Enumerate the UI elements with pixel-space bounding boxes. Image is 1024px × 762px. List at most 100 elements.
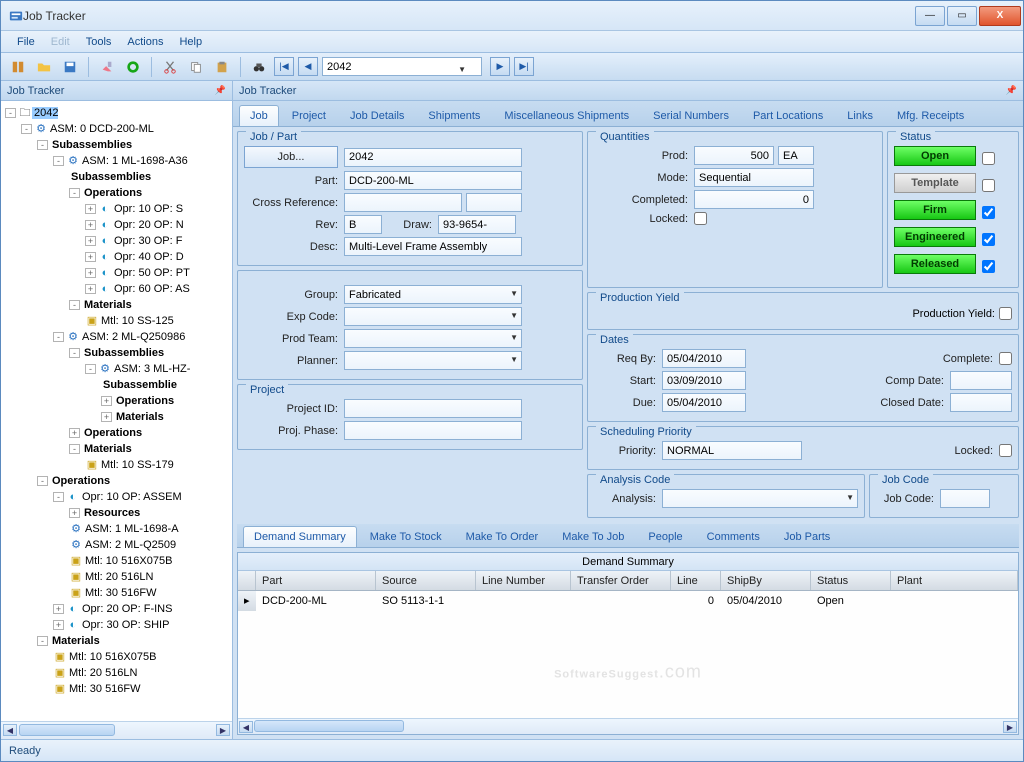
col-shipby[interactable]: ShipBy: [721, 571, 811, 590]
rev-field[interactable]: [344, 215, 382, 234]
toolbar-book-icon[interactable]: [7, 56, 29, 78]
tab-mfgrec[interactable]: Mfg. Receipts: [886, 105, 975, 126]
sidebar-hscroll[interactable]: ◀ ▶: [1, 721, 232, 739]
menu-actions[interactable]: Actions: [119, 36, 171, 48]
nav-first[interactable]: |◀: [274, 57, 294, 76]
part-field[interactable]: [344, 171, 522, 190]
tab-links[interactable]: Links: [836, 105, 884, 126]
due-field[interactable]: [662, 393, 746, 412]
jobcode-field[interactable]: [940, 489, 990, 508]
col-part[interactable]: Part: [256, 571, 376, 590]
locked-checkbox[interactable]: [694, 212, 707, 225]
toolbar-copy-icon[interactable]: [185, 56, 207, 78]
col-plant[interactable]: Plant: [891, 571, 1018, 590]
tab-miscship[interactable]: Miscellaneous Shipments: [493, 105, 640, 126]
status-released[interactable]: Released: [894, 254, 976, 274]
subtab-mts[interactable]: Make To Stock: [359, 526, 453, 547]
draw-field[interactable]: [438, 215, 516, 234]
scroll-right-icon[interactable]: ▶: [216, 724, 230, 736]
toolbar-refresh-icon[interactable]: [122, 56, 144, 78]
toolbar-save-icon[interactable]: [59, 56, 81, 78]
col-lineno[interactable]: Line Number: [476, 571, 571, 590]
planner-select[interactable]: [344, 351, 522, 370]
maximize-button[interactable]: ▭: [947, 6, 977, 26]
scroll-left-icon[interactable]: ◀: [3, 724, 17, 736]
complete-checkbox[interactable]: [999, 352, 1012, 365]
tab-partloc[interactable]: Part Locations: [742, 105, 834, 126]
mode-field[interactable]: [694, 168, 814, 187]
grid-hscroll[interactable]: ◀ ▶: [238, 718, 1018, 734]
col-source[interactable]: Source: [376, 571, 476, 590]
label-projphase: Proj. Phase:: [244, 425, 344, 437]
subtab-comments[interactable]: Comments: [696, 526, 771, 547]
pin-icon[interactable]: 📌: [215, 85, 226, 96]
toolbar-clear-icon[interactable]: [96, 56, 118, 78]
compdate-field[interactable]: [950, 371, 1012, 390]
prodteam-select[interactable]: [344, 329, 522, 348]
tab-serial[interactable]: Serial Numbers: [642, 105, 740, 126]
nav-last[interactable]: ▶|: [514, 57, 534, 76]
priority-field[interactable]: [662, 441, 802, 460]
tab-job[interactable]: Job: [239, 105, 279, 126]
toolbar-search-input[interactable]: [322, 57, 482, 76]
scroll-thumb[interactable]: [19, 724, 115, 736]
status-open-cb[interactable]: [982, 152, 995, 165]
start-field[interactable]: [662, 371, 746, 390]
analysis-select[interactable]: [662, 489, 858, 508]
projid-field[interactable]: [344, 399, 522, 418]
menu-file[interactable]: File: [9, 36, 43, 48]
tab-shipments[interactable]: Shipments: [417, 105, 491, 126]
menu-help[interactable]: Help: [171, 36, 210, 48]
closed-field[interactable]: [950, 393, 1012, 412]
reqby-field[interactable]: [662, 349, 746, 368]
toolbar-binoculars-icon[interactable]: [248, 56, 270, 78]
toolbar-folder-icon[interactable]: [33, 56, 55, 78]
status-template-cb[interactable]: [982, 179, 995, 192]
expcode-select[interactable]: [344, 307, 522, 326]
crossref-field-2[interactable]: [466, 193, 522, 212]
job-button[interactable]: Job...: [244, 146, 338, 168]
scroll-right-icon[interactable]: ▶: [1003, 721, 1017, 733]
nav-prev[interactable]: ◀: [298, 57, 318, 76]
completed-field[interactable]: [694, 190, 814, 209]
subtab-mtj[interactable]: Make To Job: [551, 526, 635, 547]
menu-edit[interactable]: Edit: [43, 36, 78, 48]
subtab-people[interactable]: People: [637, 526, 693, 547]
close-button[interactable]: X: [979, 6, 1021, 26]
status-template[interactable]: Template: [894, 173, 976, 193]
col-line[interactable]: Line: [671, 571, 721, 590]
tab-project[interactable]: Project: [281, 105, 337, 126]
status-open[interactable]: Open: [894, 146, 976, 166]
menu-tools[interactable]: Tools: [78, 36, 120, 48]
tree-view[interactable]: -🗀2042 -⚙ASM: 0 DCD-200-ML -Subassemblie…: [1, 101, 232, 721]
subtab-mto[interactable]: Make To Order: [455, 526, 550, 547]
pin-icon[interactable]: 📌: [1006, 85, 1017, 96]
scroll-left-icon[interactable]: ◀: [239, 721, 253, 733]
scroll-thumb[interactable]: [254, 720, 404, 732]
status-engineered-cb[interactable]: [982, 233, 995, 246]
tab-jobdetails[interactable]: Job Details: [339, 105, 415, 126]
prod-field[interactable]: [694, 146, 774, 165]
subtab-demand[interactable]: Demand Summary: [243, 526, 357, 547]
subtab-jobparts[interactable]: Job Parts: [773, 526, 841, 547]
toolbar-paste-icon[interactable]: [211, 56, 233, 78]
group-select[interactable]: [344, 285, 522, 304]
toolbar-cut-icon[interactable]: [159, 56, 181, 78]
schedlocked-checkbox[interactable]: [999, 444, 1012, 457]
job-field[interactable]: [344, 148, 522, 167]
status-engineered[interactable]: Engineered: [894, 227, 976, 247]
uom-field[interactable]: [778, 146, 814, 165]
status-firm[interactable]: Firm: [894, 200, 976, 220]
status-released-cb[interactable]: [982, 260, 995, 273]
col-status[interactable]: Status: [811, 571, 891, 590]
table-row[interactable]: ▸ DCD-200-ML SO 5113-1-1 0 05/04/2010 Op…: [238, 591, 1018, 611]
nav-next[interactable]: ▶: [490, 57, 510, 76]
desc-field[interactable]: [344, 237, 522, 256]
prodyield-checkbox[interactable]: [999, 307, 1012, 320]
status-firm-cb[interactable]: [982, 206, 995, 219]
col-transorder[interactable]: Transfer Order: [571, 571, 671, 590]
minimize-button[interactable]: —: [915, 6, 945, 26]
projphase-field[interactable]: [344, 421, 522, 440]
group-analysis: Analysis Code Analysis:: [587, 474, 865, 518]
crossref-field[interactable]: [344, 193, 462, 212]
